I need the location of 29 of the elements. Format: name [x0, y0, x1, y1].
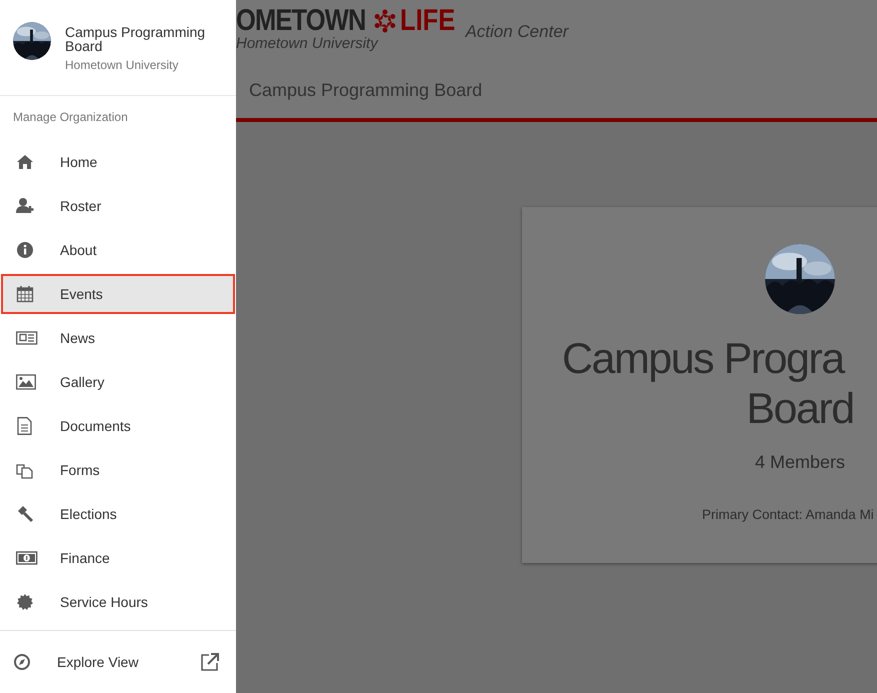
section-label: Manage Organization	[12, 109, 129, 126]
external-link-icon[interactable]	[200, 652, 220, 672]
menu-item[interactable]: Service Hours	[1, 582, 235, 622]
explore-view-link[interactable]: Explore View	[13, 653, 138, 671]
menu-icon	[16, 373, 38, 391]
primary-contact: Primary Contact: Amanda Mi	[702, 507, 874, 522]
logo-text: LIFE	[400, 6, 456, 36]
menu-item[interactable]: Forms	[1, 450, 235, 490]
menu-item[interactable]: Finance	[1, 538, 235, 578]
page-title: Campus Programming Board	[248, 79, 484, 101]
menu-item[interactable]: Gallery	[1, 362, 235, 402]
university-name: Hometown University	[65, 58, 180, 72]
logo-icon	[372, 8, 398, 34]
menu-item[interactable]: News	[1, 318, 235, 358]
menu-item[interactable]: About	[1, 230, 235, 270]
menu-item[interactable]: Home	[1, 142, 235, 182]
app-name: Action Center	[465, 22, 568, 42]
member-count: 4 Members	[754, 452, 846, 473]
logo-subtitle: Hometown University	[236, 35, 380, 52]
organization-name: Campus Programming Board	[65, 25, 206, 53]
menu-item[interactable]: Roster	[1, 186, 235, 226]
menu-item[interactable]: Elections	[1, 494, 235, 534]
menu-item[interactable]: Events	[1, 274, 235, 314]
logo-text: OMETOWN	[236, 6, 366, 36]
card-title: Campus Progra	[562, 334, 844, 384]
menu-icon	[16, 329, 38, 347]
menu-item[interactable]: Documents	[1, 406, 235, 446]
menu-icon	[16, 549, 38, 567]
card-title: Board	[746, 384, 854, 434]
